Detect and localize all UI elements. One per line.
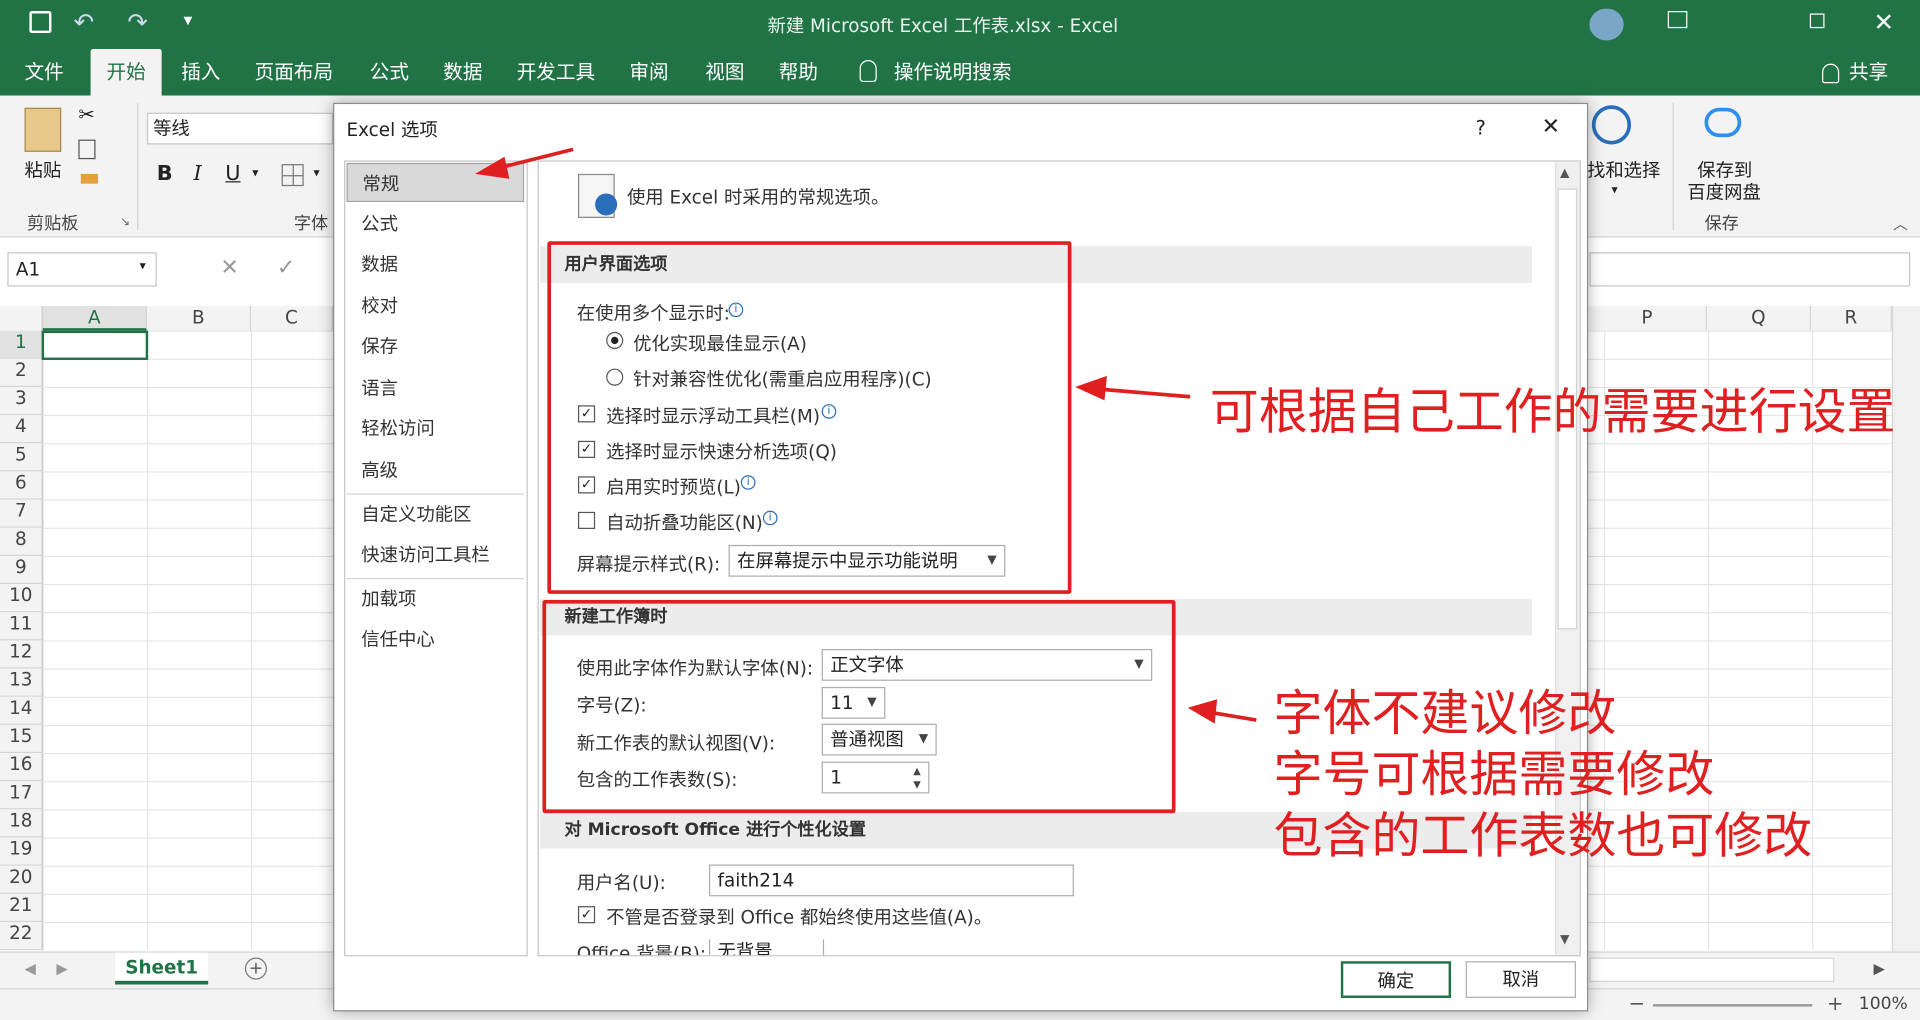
annotation-note-settings: 可根据自己工作的需要进行设置	[1209, 384, 1896, 441]
arrowhead-workbook-box	[1187, 699, 1218, 724]
annotation-arrows	[475, 147, 1257, 724]
arrowhead-general	[475, 156, 510, 179]
arrow-to-workbook-box	[1211, 710, 1257, 722]
annotation-note-sheets: 包含的工作表数也可修改	[1273, 808, 1813, 865]
arrow-to-ui-box	[1101, 387, 1191, 399]
arrowhead-ui-box	[1075, 375, 1107, 401]
